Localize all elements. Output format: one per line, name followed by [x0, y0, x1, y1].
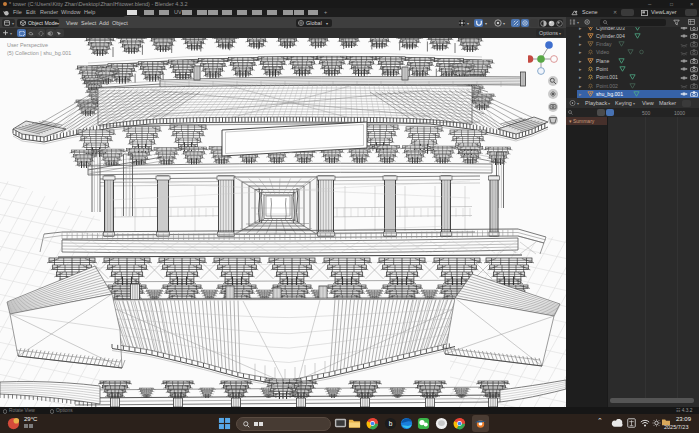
svg-text:b: b [389, 420, 393, 427]
